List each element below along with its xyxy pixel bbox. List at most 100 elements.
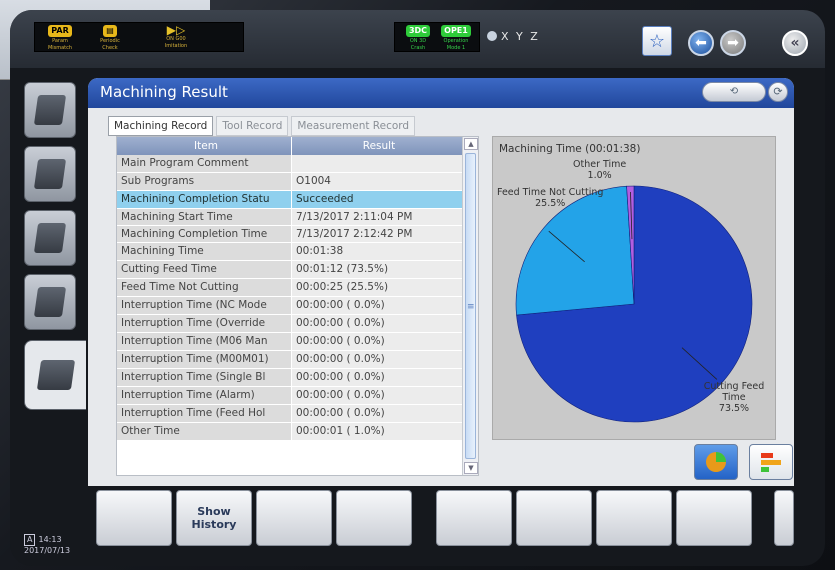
cell-result: 00:00:00 ( 0.0%) — [292, 351, 462, 368]
table-row[interactable]: Interruption Time (Override 00:00:00 ( 0.… — [117, 315, 462, 333]
tab-machining-record[interactable]: Machining Record — [108, 116, 214, 136]
status-line: Crash — [410, 45, 426, 51]
pie-chart-icon — [706, 452, 726, 472]
scroll-thumb[interactable]: ≡ — [465, 153, 476, 459]
ope1-badge: OPE1 — [441, 25, 471, 37]
softkey-3[interactable] — [256, 490, 332, 546]
label-cutting-feed-pct: 73.5% — [718, 403, 750, 414]
scroll-up-icon[interactable]: ▲ — [464, 138, 478, 150]
clock-time: 14:13 — [38, 535, 62, 544]
status-bar: PAR Param Mismatch ▤ Periodic Check ▶▷ O… — [10, 10, 825, 68]
forward-button[interactable]: ➡ — [720, 30, 746, 56]
table-row[interactable]: Sub Programs O1004 — [117, 173, 462, 191]
cell-item: Machining Time — [117, 243, 292, 260]
table-row[interactable]: Interruption Time (M06 Man 00:00:00 ( 0.0… — [117, 333, 462, 351]
status-periodic-check[interactable]: ▤ Periodic Check — [91, 25, 129, 51]
table-row[interactable]: Interruption Time (Alarm) 00:00:00 ( 0.0%… — [117, 387, 462, 405]
clock: A 14:13 2017/07/13 — [24, 534, 84, 556]
label-cutting-feed-name: Cutting Feed Time — [703, 381, 765, 403]
cell-item: Interruption Time (M00M01) — [117, 351, 292, 368]
3dc-badge: 3DC — [405, 25, 431, 37]
show-history-button[interactable]: Show History — [176, 490, 252, 546]
cell-item: Interruption Time (NC Mode — [117, 297, 292, 314]
sidebar-tab-tool[interactable] — [24, 146, 76, 202]
sidebar-tab-workpiece[interactable] — [24, 210, 76, 266]
scroll-down-icon[interactable]: ▼ — [464, 462, 478, 474]
arrow-right-icon: ➡ — [727, 35, 739, 51]
pie-chart-button[interactable] — [694, 444, 738, 480]
table-row[interactable]: Machining Start Time 7/13/2017 2:11:04 PM — [117, 209, 462, 226]
sidebar-tab-spindle[interactable] — [24, 274, 76, 330]
table-row[interactable]: Interruption Time (NC Mode 00:00:00 ( 0.0… — [117, 297, 462, 315]
softkey-1[interactable] — [96, 490, 172, 546]
cell-result: O1004 — [292, 173, 462, 190]
page-title: Machining Result — [100, 83, 228, 101]
column-header-result[interactable]: Result — [292, 137, 462, 155]
sidebar: A 14:13 2017/07/13 — [24, 78, 86, 558]
par-badge: PAR — [48, 25, 72, 37]
status-imitation[interactable]: ▶▷ ON G00 Imitation — [141, 24, 211, 49]
cell-item: Interruption Time (Override — [117, 315, 292, 332]
table-row[interactable]: Interruption Time (M00M01) 00:00:00 ( 0.0… — [117, 351, 462, 369]
label-feed-not-cutting-name: Feed Time Not Cutting — [497, 187, 604, 198]
cell-item: Machining Completion Statu — [117, 191, 292, 208]
table-row[interactable]: Feed Time Not Cutting 00:00:25 (25.5%) — [117, 279, 462, 297]
cell-item: Feed Time Not Cutting — [117, 279, 292, 296]
status-operation-mode[interactable]: OPE1 Operation Mode 1 — [439, 25, 473, 51]
undo-button[interactable]: ⟲ — [702, 82, 766, 102]
label-other-time-pct: 1.0% — [587, 170, 612, 181]
tool-holder-icon — [33, 159, 67, 189]
cell-result — [292, 155, 462, 172]
softkey-more[interactable] — [774, 490, 794, 546]
arrow-left-icon: ⬅ — [695, 35, 707, 51]
bar-chart-icon — [761, 453, 781, 472]
grip-icon: ≡ — [467, 302, 475, 312]
table-scrollbar[interactable]: ▲ ≡ ▼ — [462, 137, 478, 475]
cell-item: Interruption Time (Alarm) — [117, 387, 292, 404]
table-row[interactable]: Main Program Comment — [117, 155, 462, 173]
status-line: ON G00 — [166, 36, 186, 42]
xyz-indicator[interactable]: X Y Z — [487, 30, 540, 43]
softkey-4[interactable] — [336, 490, 412, 546]
status-3d-crash[interactable]: 3DC ON 3D Crash — [401, 25, 435, 51]
column-header-item[interactable]: Item — [117, 137, 292, 155]
favorite-star-button[interactable]: ☆ — [642, 26, 672, 56]
cell-result: 00:00:00 ( 0.0%) — [292, 333, 462, 350]
status-param-mismatch[interactable]: PAR Param Mismatch — [41, 25, 79, 51]
label-other-time-name: Other Time — [573, 159, 627, 170]
sidebar-tab-measurement[interactable] — [24, 340, 86, 410]
status-line: Mismatch — [47, 45, 73, 51]
bar-chart-button[interactable] — [749, 444, 793, 480]
cell-result: 00:00:00 ( 0.0%) — [292, 387, 462, 404]
machining-time-chart: Machining Time (00:01:38) Other Time 1.0%… — [492, 136, 776, 440]
result-table: Item Result Main Program Comment Sub Prog… — [116, 136, 479, 476]
softkey-5[interactable] — [436, 490, 512, 546]
collapse-button[interactable]: « — [782, 30, 808, 56]
tab-measurement-record[interactable]: Measurement Record — [291, 116, 416, 136]
table-row[interactable]: Machining Completion Statu Succeeded — [117, 191, 462, 209]
table-row[interactable]: Interruption Time (Feed Hol 00:00:00 ( 0.… — [117, 405, 462, 423]
softkey-7[interactable] — [596, 490, 672, 546]
cell-result: 7/13/2017 2:12:42 PM — [292, 226, 462, 242]
cell-result: 7/13/2017 2:11:04 PM — [292, 209, 462, 225]
star-icon: ☆ — [648, 30, 666, 52]
status-line: Mode 1 — [446, 45, 466, 51]
cell-item: Sub Programs — [117, 173, 292, 190]
back-button[interactable]: ⬅ — [688, 30, 714, 56]
table-row[interactable]: Other Time 00:00:01 ( 1.0%) — [117, 423, 462, 441]
status-line: ON 3D — [409, 38, 427, 44]
table-row[interactable]: Machining Time 00:01:38 — [117, 243, 462, 261]
table-row[interactable]: Machining Completion Time 7/13/2017 2:12:… — [117, 226, 462, 243]
tab-bar: Machining Record Tool Record Measurement… — [108, 116, 416, 136]
refresh-button[interactable]: ⟳ — [768, 82, 788, 102]
status-line: Check — [102, 45, 118, 51]
table-row[interactable]: Cutting Feed Time 00:01:12 (73.5%) — [117, 261, 462, 279]
clock-date: 2017/07/13 — [24, 546, 71, 555]
table-row[interactable]: Interruption Time (Single Bl 00:00:00 ( 0… — [117, 369, 462, 387]
sidebar-tab-edit[interactable] — [24, 82, 76, 138]
spindle-icon — [33, 287, 67, 317]
tab-tool-record[interactable]: Tool Record — [216, 116, 289, 136]
softkey-6[interactable] — [516, 490, 592, 546]
softkey-8[interactable] — [676, 490, 752, 546]
cell-item: Interruption Time (Single Bl — [117, 369, 292, 386]
